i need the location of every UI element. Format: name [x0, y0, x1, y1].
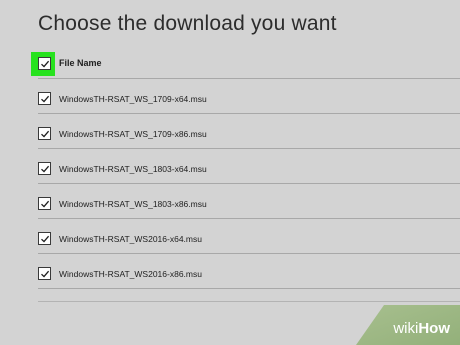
- wikihow-suffix: How: [418, 320, 450, 337]
- file-name: WindowsTH-RSAT_WS_1709-x86.msu: [59, 129, 207, 139]
- checkmark-icon: [41, 235, 50, 243]
- file-name: WindowsTH-RSAT_WS_1803-x64.msu: [59, 164, 207, 174]
- wikihow-prefix: wiki: [393, 320, 419, 337]
- row-checkbox[interactable]: [38, 127, 51, 140]
- table-row[interactable]: WindowsTH-RSAT_WS_1803-x64.msu: [38, 149, 460, 184]
- row-checkbox[interactable]: [38, 267, 51, 280]
- checkmark-icon: [41, 200, 50, 208]
- table-row[interactable]: WindowsTH-RSAT_WS2016-x64.msu: [38, 219, 460, 254]
- table-row[interactable]: WindowsTH-RSAT_WS2016-x86.msu: [38, 254, 460, 289]
- row-checkbox[interactable]: [38, 92, 51, 105]
- file-name: WindowsTH-RSAT_WS_1709-x64.msu: [59, 94, 207, 104]
- file-name: WindowsTH-RSAT_WS2016-x64.msu: [59, 234, 202, 244]
- checkmark-icon: [41, 165, 50, 173]
- table-row[interactable]: WindowsTH-RSAT_WS_1709-x86.msu: [38, 114, 460, 149]
- file-name-column-header: File Name: [59, 58, 102, 68]
- row-checkbox[interactable]: [38, 232, 51, 245]
- checkmark-icon: [41, 60, 50, 68]
- table-row[interactable]: WindowsTH-RSAT_WS_1709-x64.msu: [38, 79, 460, 114]
- row-checkbox[interactable]: [38, 197, 51, 210]
- file-name: WindowsTH-RSAT_WS2016-x86.msu: [59, 269, 202, 279]
- page-title: Choose the download you want: [38, 12, 337, 35]
- checkmark-icon: [41, 270, 50, 278]
- table-row[interactable]: WindowsTH-RSAT_WS_1803-x86.msu: [38, 184, 460, 219]
- table-header-row: File Name: [31, 52, 460, 79]
- row-checkbox[interactable]: [38, 162, 51, 175]
- select-all-checkbox[interactable]: [38, 57, 51, 70]
- table-footer-divider: [38, 301, 460, 302]
- checkmark-icon: [41, 95, 50, 103]
- wikihow-logo-text: wikiHow: [393, 320, 450, 337]
- file-name: WindowsTH-RSAT_WS_1803-x86.msu: [59, 199, 207, 209]
- checkmark-icon: [41, 130, 50, 138]
